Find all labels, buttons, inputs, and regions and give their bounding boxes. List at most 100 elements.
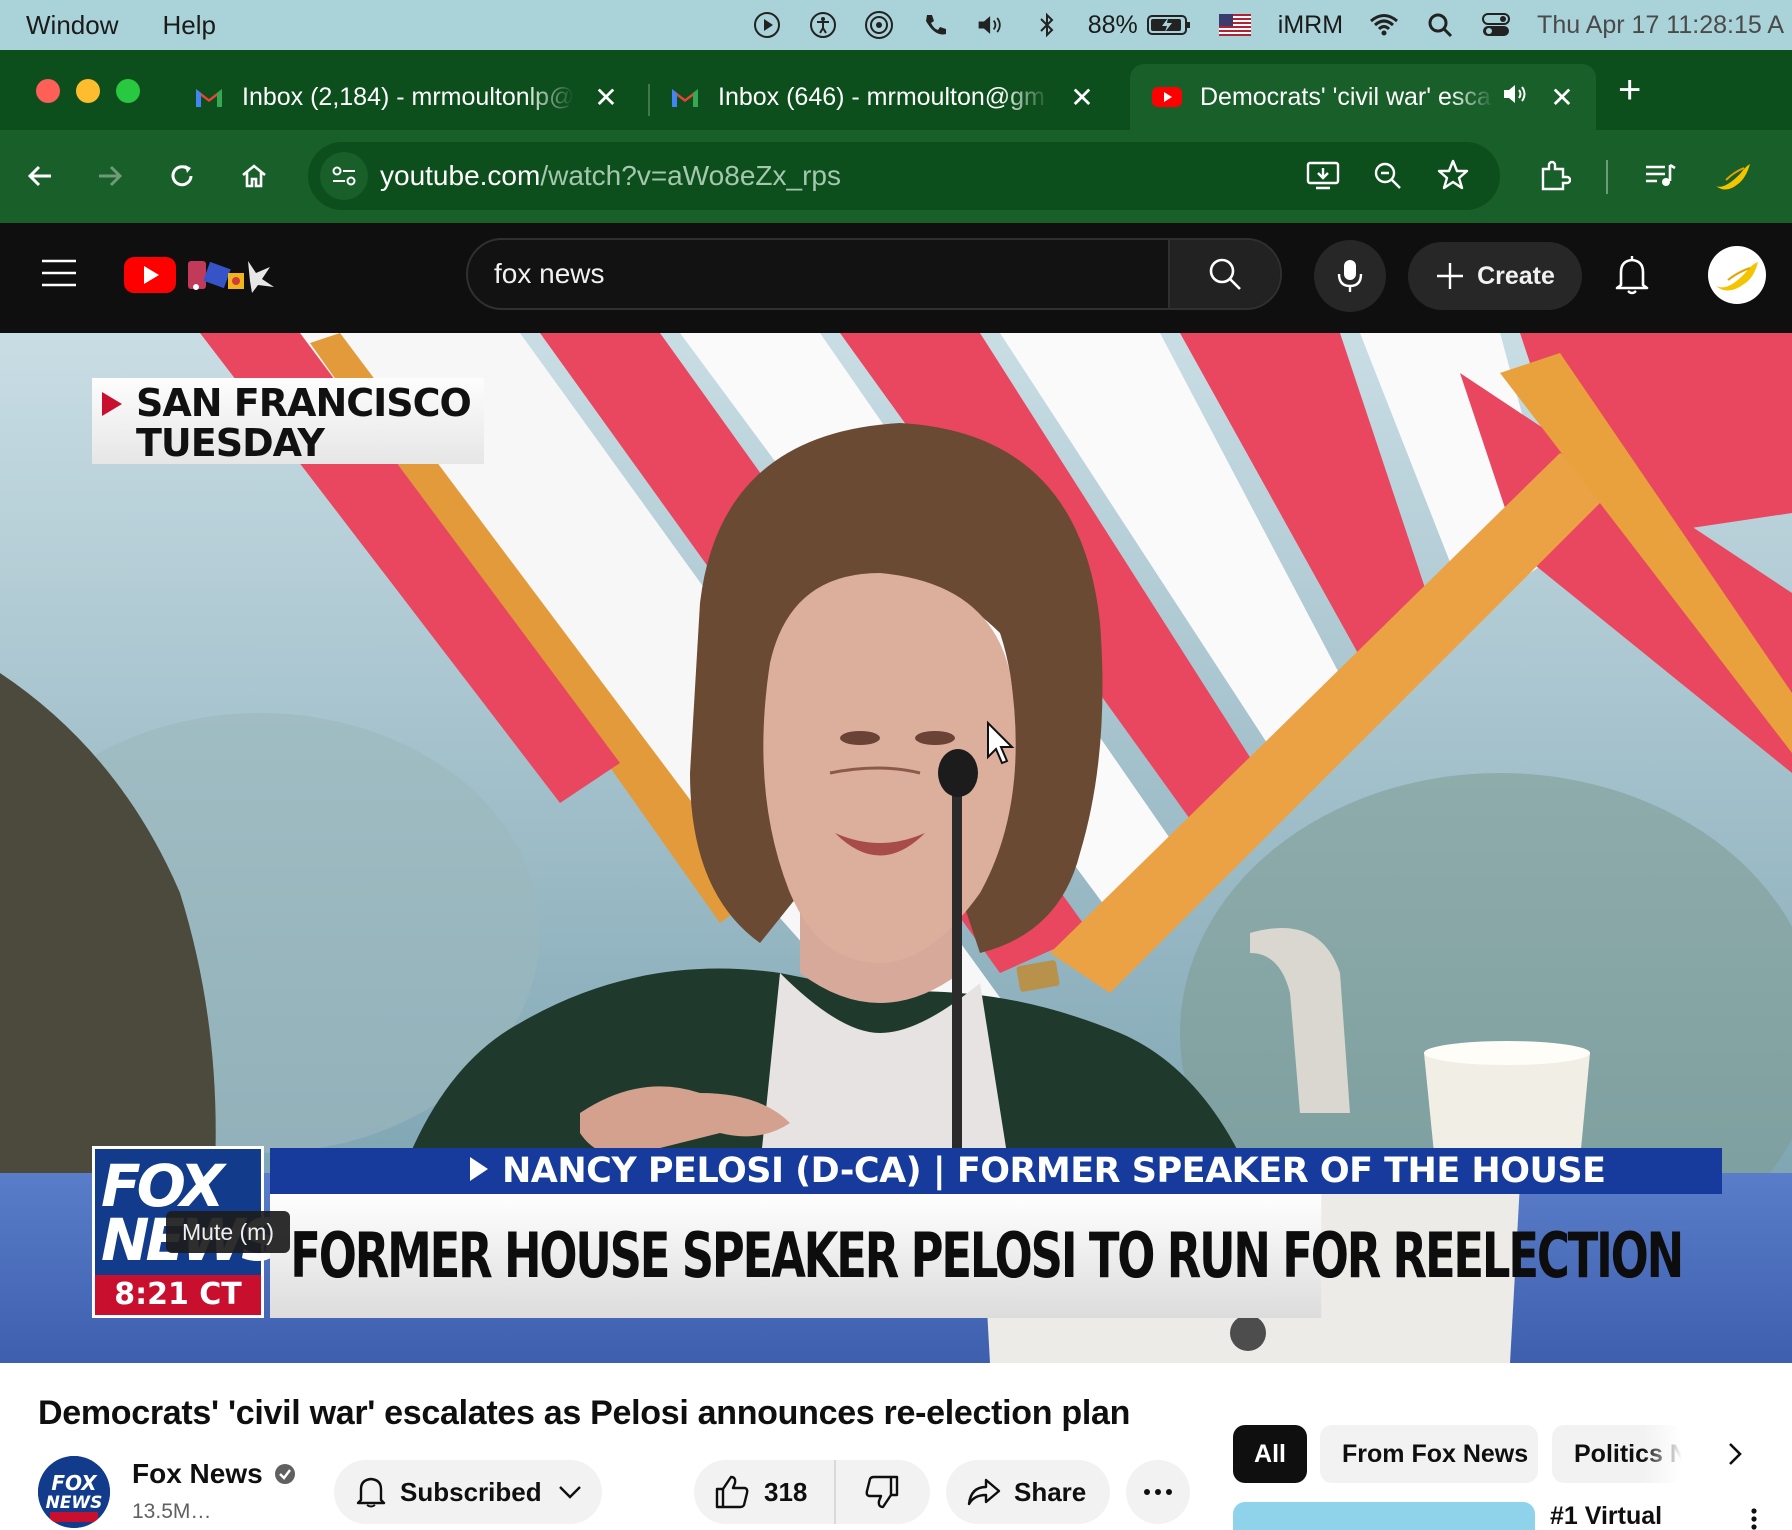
home-button[interactable] (232, 154, 276, 198)
video-title: Democrats' 'civil war' escalates as Pelo… (38, 1394, 1131, 1432)
fox-news-logo-icon: FOX NEWS (38, 1456, 110, 1528)
tab-gmail-1[interactable]: Inbox (2,184) - mrmoultonlp@ ✕ (172, 64, 640, 130)
menubar-clock[interactable]: Thu Apr 17 11:28:15 A (1537, 11, 1784, 40)
tab-close-icon[interactable]: ✕ (1070, 81, 1094, 114)
gmail-icon (196, 89, 222, 107)
chip-from-fox-news[interactable]: From Fox News (1320, 1425, 1538, 1483)
bell-icon (356, 1477, 386, 1508)
status-area: 88% iMRM Thu Apr 17 11:28:15 A (752, 0, 1792, 50)
notifications-bell-icon[interactable] (1614, 255, 1650, 300)
chips-next-chevron-icon[interactable] (1722, 1438, 1746, 1475)
menubar-user[interactable]: iMRM (1278, 11, 1343, 40)
media-control-icon[interactable] (1638, 154, 1682, 198)
subscriber-count: 13.5M… (132, 1500, 212, 1523)
recommendation-title[interactable]: #1 Virtual (1550, 1502, 1662, 1530)
account-avatar[interactable] (1708, 246, 1766, 304)
share-button[interactable]: Share (946, 1460, 1110, 1524)
channel-avatar[interactable]: FOX NEWS (38, 1456, 110, 1528)
search-button[interactable] (1168, 240, 1280, 308)
subscribe-button[interactable]: Subscribed (334, 1460, 602, 1524)
tab-title: Democrats' 'civil war' esca (1200, 82, 1491, 111)
location-line-1: SAN FRANCISCO (136, 381, 472, 425)
site-settings-icon[interactable] (320, 152, 368, 200)
subscribe-label: Subscribed (400, 1476, 542, 1507)
volume-icon[interactable] (976, 10, 1006, 40)
guide-menu-button[interactable] (40, 258, 78, 293)
url-host: youtube.com (380, 160, 541, 191)
chyron-headline: FORMER HOUSE SPEAKER PELOSI TO RUN FOR R… (270, 1194, 1684, 1318)
browser-tab-strip: Inbox (2,184) - mrmoultonlp@ ✕ Inbox (64… (0, 50, 1792, 130)
microphone-icon (1337, 260, 1363, 292)
address-bar[interactable]: youtube.com/watch?v=aWo8eZx_rps (308, 142, 1500, 210)
chip-politics[interactable]: Politics N (1552, 1425, 1682, 1483)
window-close-button[interactable] (36, 79, 60, 103)
new-tab-button[interactable]: + (1618, 70, 1641, 110)
voice-search-button[interactable] (1314, 240, 1386, 312)
create-label: Create (1477, 261, 1555, 290)
reload-button[interactable] (160, 154, 204, 198)
recommendation-menu-icon[interactable] (1750, 1508, 1758, 1530)
like-button[interactable]: 318 (694, 1460, 836, 1524)
chyron-name-bar: NANCY PELOSI (D-CA) | FORMER SPEAKER OF … (270, 1148, 1722, 1194)
bookmark-star-icon[interactable] (1436, 158, 1470, 197)
recommendation-thumbnail[interactable] (1233, 1502, 1535, 1530)
browser-toolbar: youtube.com/watch?v=aWo8eZx_rps (0, 130, 1792, 223)
menu-window[interactable]: Window (26, 10, 118, 41)
more-horizontal-icon (1144, 1489, 1172, 1495)
phone-icon[interactable] (920, 10, 950, 40)
tab-audio-icon[interactable] (1502, 82, 1530, 113)
like-count: 318 (764, 1476, 808, 1507)
accessibility-icon[interactable] (808, 10, 838, 40)
tab-title: Inbox (2,184) - mrmoultonlp@ (242, 82, 574, 111)
battery-percent: 88% (1087, 10, 1138, 39)
youtube-logo[interactable] (124, 253, 288, 302)
menu-bar: Window Help 88% iMRM Thu Apr 17 11:28:15… (0, 0, 1792, 50)
back-button[interactable] (18, 154, 62, 198)
video-player[interactable]: SAN FRANCISCO TUESDAY FOX NEWS 8:21 CT N… (0, 333, 1792, 1363)
chyron-name-text: NANCY PELOSI (D-CA) | FORMER SPEAKER OF … (502, 1151, 1606, 1191)
logo-line-1: FOX (101, 1152, 225, 1220)
chyron-triangle-icon (470, 1157, 488, 1181)
tab-gmail-2[interactable]: Inbox (646) - mrmoulton@gm ✕ (648, 64, 1116, 130)
tab-close-icon[interactable]: ✕ (594, 81, 618, 114)
window-minimize-button[interactable] (76, 79, 100, 103)
plus-icon (1437, 263, 1464, 289)
play-status-icon[interactable] (752, 10, 782, 40)
window-zoom-button[interactable] (116, 79, 140, 103)
control-center-icon[interactable] (1481, 10, 1511, 40)
forward-button[interactable] (88, 154, 132, 198)
battery-icon[interactable] (1146, 10, 1192, 40)
menu-help[interactable]: Help (162, 10, 215, 41)
zoom-out-icon[interactable] (1372, 160, 1404, 197)
search-icon (1209, 258, 1241, 290)
location-bug: SAN FRANCISCO TUESDAY (92, 378, 484, 464)
profile-avatar-icon[interactable] (1710, 154, 1754, 198)
channel-name[interactable]: Fox News (132, 1458, 296, 1490)
broadcast-time: 8:21 CT (95, 1275, 261, 1315)
tab-youtube-active[interactable]: Democrats' 'civil war' esca ✕ (1130, 64, 1596, 130)
search-box[interactable] (466, 238, 1282, 310)
svg-text:NEWS: NEWS (46, 1493, 103, 1513)
url-path: /watch?v=aWo8eZx_rps (540, 160, 841, 191)
dislike-button[interactable] (836, 1460, 928, 1524)
location-line-2: TUESDAY (136, 421, 325, 465)
spotlight-search-icon[interactable] (1425, 10, 1455, 40)
thumbs-up-icon (715, 1475, 749, 1509)
youtube-masthead: Create (0, 223, 1792, 333)
install-app-icon[interactable] (1306, 160, 1340, 197)
url-text[interactable]: youtube.com/watch?v=aWo8eZx_rps (380, 160, 841, 192)
airdrop-icon[interactable] (864, 10, 894, 40)
share-label: Share (1014, 1476, 1087, 1507)
search-input[interactable] (494, 258, 1134, 290)
chip-all[interactable]: All (1233, 1425, 1307, 1483)
create-button[interactable]: Create (1408, 242, 1582, 310)
bluetooth-icon[interactable] (1032, 10, 1062, 40)
svg-text:FOX: FOX (51, 1471, 98, 1495)
us-flag-input-icon[interactable] (1218, 10, 1252, 40)
wifi-icon[interactable] (1369, 10, 1399, 40)
extensions-icon[interactable] (1532, 154, 1576, 198)
chevron-down-icon (558, 1486, 581, 1499)
share-arrow-icon (967, 1478, 1001, 1506)
more-actions-button[interactable] (1126, 1460, 1190, 1524)
tab-close-icon[interactable]: ✕ (1550, 81, 1574, 114)
